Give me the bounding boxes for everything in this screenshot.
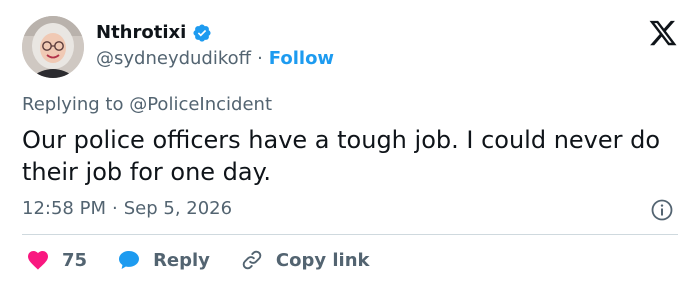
tweet-timestamp[interactable]: 12:58 PM · Sep 5, 2026 <box>22 198 232 219</box>
verified-badge-icon <box>192 23 212 43</box>
follow-button[interactable]: Follow <box>269 48 334 69</box>
author-handle-row: @sydneydudikoff · Follow <box>96 48 334 69</box>
like-count: 75 <box>62 249 88 271</box>
copy-link-label: Copy link <box>275 249 370 271</box>
heart-icon <box>28 251 48 270</box>
avatar[interactable] <box>22 16 84 78</box>
author-display-name[interactable]: Nthrotixi <box>96 22 186 43</box>
tweet-date: Sep 5, 2026 <box>123 198 233 219</box>
reply-label: Reply <box>153 249 210 271</box>
x-logo-icon[interactable] <box>648 18 678 48</box>
reply-button[interactable]: Reply <box>117 248 210 272</box>
link-icon <box>242 250 262 270</box>
replying-to-handle[interactable]: @PoliceIncident <box>129 94 272 115</box>
divider <box>22 234 678 235</box>
copy-link-button[interactable]: Copy link <box>240 248 370 272</box>
tweet-time: 12:58 PM <box>22 198 106 219</box>
like-button[interactable]: 75 <box>26 248 87 272</box>
replying-to-line: Replying to @PoliceIncident <box>22 94 272 115</box>
author-name-row: Nthrotixi <box>96 22 212 43</box>
tweet-embed-card: Nthrotixi @sydneydudikoff · Follow Reply… <box>0 0 700 287</box>
tweet-text: Our police officers have a tough job. I … <box>22 126 676 186</box>
handle-separator: · <box>257 48 263 69</box>
info-icon[interactable] <box>650 198 674 222</box>
speech-bubble-icon <box>119 251 140 269</box>
author-handle[interactable]: @sydneydudikoff <box>96 48 251 69</box>
meta-separator: · <box>111 198 118 219</box>
action-bar: 75 Reply Copy link <box>26 246 400 274</box>
replying-prefix: Replying to <box>22 94 124 115</box>
